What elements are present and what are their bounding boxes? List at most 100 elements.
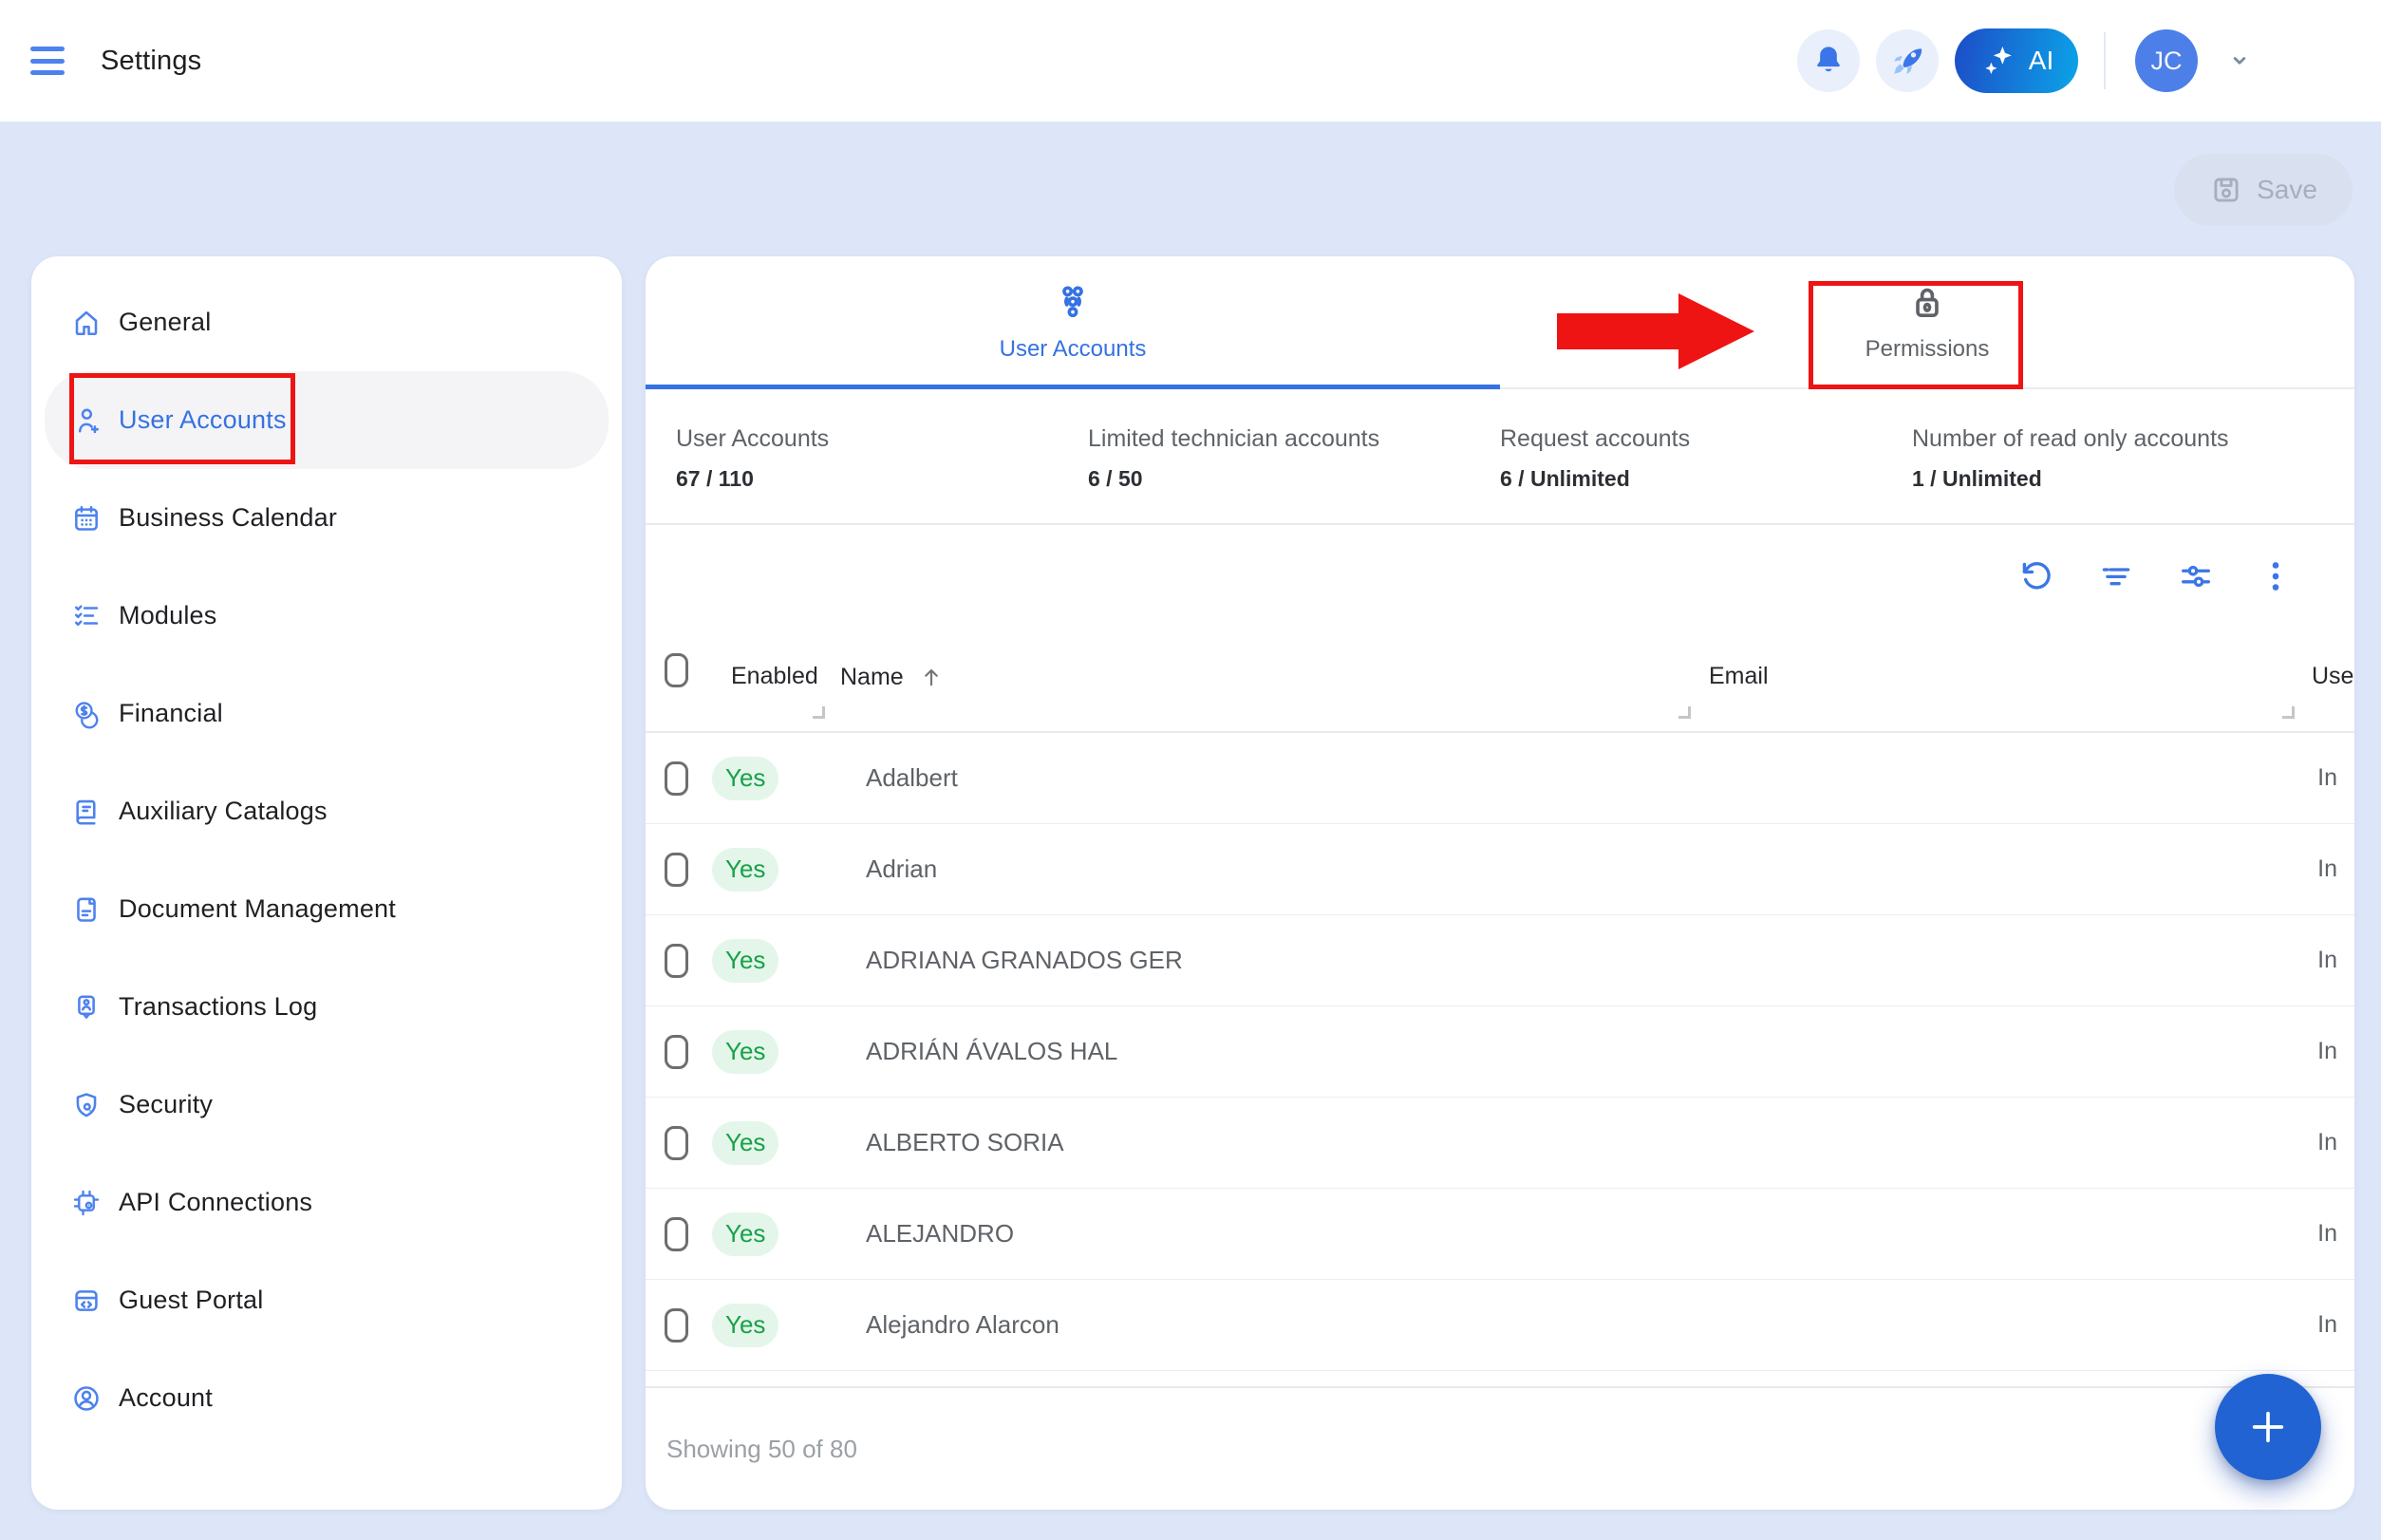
sparkles-icon <box>1979 41 2019 81</box>
account-icon <box>71 1383 102 1414</box>
account-stats: User Accounts 67 / 110 Limited technicia… <box>646 389 2354 525</box>
row-checkbox[interactable] <box>665 944 688 978</box>
sidebar-item-auxiliary-catalogs[interactable]: Auxiliary Catalogs <box>45 762 609 860</box>
column-header-use[interactable]: Use <box>2312 663 2353 690</box>
sidebar-item-transactions-log[interactable]: Transactions Log <box>45 958 609 1056</box>
table-toolbar <box>646 525 2354 627</box>
stat-value: 6 / Unlimited <box>1500 466 1690 492</box>
enabled-badge: Yes <box>712 848 778 892</box>
user-plus-icon <box>71 405 102 436</box>
cell-user-type: In <box>2317 1038 2337 1065</box>
partial-row <box>646 1371 2354 1388</box>
sidebar-item-label: Transactions Log <box>119 992 317 1022</box>
table-footer: Showing 50 of 80 <box>646 1388 2354 1510</box>
floppy-disk-icon <box>2209 173 2243 207</box>
tab-user-accounts[interactable]: User Accounts <box>646 256 1500 387</box>
tab-bar: User Accounts Permissions <box>646 256 2354 389</box>
sidebar-item-label: Guest Portal <box>119 1286 263 1315</box>
save-button[interactable]: Save <box>2174 154 2353 226</box>
enabled-badge: Yes <box>712 939 778 983</box>
tab-permissions-label: Permissions <box>1865 336 1990 363</box>
app-header: Settings AI JC <box>0 0 2381 122</box>
table-row[interactable]: Yes Alejandro Alarcon In <box>646 1280 2354 1371</box>
guest-portal-icon <box>71 1286 102 1316</box>
cell-name: Alejandro Alarcon <box>866 1310 1059 1340</box>
header-divider <box>2104 32 2106 89</box>
enabled-badge: Yes <box>712 1304 778 1347</box>
sliders-icon[interactable] <box>2176 556 2216 596</box>
cell-name: ALEJANDRO <box>866 1219 1014 1249</box>
table-row[interactable]: Yes ALEJANDRO In <box>646 1189 2354 1280</box>
rocket-icon <box>1888 42 1926 80</box>
table-row[interactable]: Yes Adrian In <box>646 824 2354 915</box>
select-all-checkbox[interactable] <box>665 653 688 687</box>
chevron-down-icon[interactable] <box>2223 45 2256 77</box>
column-resize-handle[interactable] <box>1678 706 1691 719</box>
sidebar-item-business-calendar[interactable]: Business Calendar <box>45 469 609 567</box>
row-checkbox[interactable] <box>665 1217 688 1251</box>
people-group-icon <box>1051 281 1095 325</box>
kebab-menu-icon[interactable] <box>2256 556 2296 596</box>
cell-user-type: In <box>2317 947 2337 974</box>
cell-name: Adalbert <box>866 763 958 793</box>
enabled-badge: Yes <box>712 1030 778 1074</box>
calendar-icon <box>71 503 102 534</box>
whats-new-button[interactable] <box>1876 29 1939 92</box>
cell-name: ADRIANA GRANADOS GER <box>866 946 1183 975</box>
column-resize-handle[interactable] <box>2282 706 2295 719</box>
sidebar-item-financial[interactable]: Financial <box>45 665 609 762</box>
tab-permissions[interactable]: Permissions <box>1500 256 2354 387</box>
table-row[interactable]: Yes Adalbert In <box>646 733 2354 824</box>
stat-user-accounts: User Accounts 67 / 110 <box>676 389 829 492</box>
cell-user-type: In <box>2317 764 2337 792</box>
row-checkbox[interactable] <box>665 761 688 796</box>
sidebar-item-modules[interactable]: Modules <box>45 567 609 665</box>
sidebar-item-user-accounts[interactable]: User Accounts <box>45 371 609 469</box>
stat-value: 6 / 50 <box>1088 466 1379 492</box>
sidebar-item-label: Financial <box>119 699 223 728</box>
home-icon <box>71 308 102 338</box>
table-row[interactable]: Yes ADRIANA GRANADOS GER In <box>646 915 2354 1006</box>
row-checkbox[interactable] <box>665 1035 688 1069</box>
column-header-name-label: Name <box>840 664 904 691</box>
column-header-enabled[interactable]: Enabled <box>731 663 818 690</box>
table-row[interactable]: Yes ADRIÁN ÁVALOS HAL In <box>646 1006 2354 1098</box>
table-row[interactable]: Yes ALBERTO SORIA In <box>646 1098 2354 1189</box>
stat-label: Limited technician accounts <box>1088 425 1379 453</box>
row-checkbox[interactable] <box>665 1126 688 1160</box>
enabled-badge: Yes <box>712 1212 778 1256</box>
notifications-button[interactable] <box>1797 29 1860 92</box>
catalogs-icon <box>71 797 102 827</box>
avatar[interactable]: JC <box>2135 29 2198 92</box>
modules-icon <box>71 601 102 631</box>
sidebar-item-label: User Accounts <box>119 405 287 435</box>
tab-user-accounts-label: User Accounts <box>1000 336 1147 363</box>
column-header-name[interactable]: Name <box>840 663 946 691</box>
sidebar-item-account[interactable]: Account <box>45 1349 609 1447</box>
user-accounts-panel: User Accounts Permissions User Accounts … <box>646 256 2354 1510</box>
sidebar-item-security[interactable]: Security <box>45 1056 609 1154</box>
stat-request-accounts: Request accounts 6 / Unlimited <box>1500 389 1690 492</box>
column-header-email[interactable]: Email <box>1709 663 1769 690</box>
row-checkbox[interactable] <box>665 1308 688 1343</box>
save-button-label: Save <box>2257 175 2317 205</box>
row-count-status: Showing 50 of 80 <box>666 1435 857 1464</box>
filter-icon[interactable] <box>2096 556 2136 596</box>
row-checkbox[interactable] <box>665 853 688 887</box>
sidebar-item-guest-portal[interactable]: Guest Portal <box>45 1251 609 1349</box>
add-user-fab[interactable] <box>2215 1374 2321 1480</box>
cell-user-type: In <box>2317 1311 2337 1339</box>
column-resize-handle[interactable] <box>813 706 825 719</box>
ai-assistant-button[interactable]: AI <box>1955 28 2078 93</box>
sidebar-item-document-management[interactable]: Document Management <box>45 860 609 958</box>
refresh-icon[interactable] <box>2016 556 2056 596</box>
settings-sidebar: General User Accounts Business CalendarMod… <box>31 256 622 1510</box>
sidebar-item-api-connections[interactable]: API Connections <box>45 1154 609 1251</box>
sidebar-item-general[interactable]: General <box>45 273 609 371</box>
document-icon <box>71 894 102 925</box>
sidebar-item-label: General <box>119 308 211 337</box>
plus-icon <box>2243 1402 2293 1452</box>
ai-button-label: AI <box>2029 46 2053 76</box>
hamburger-menu-icon[interactable] <box>30 47 65 75</box>
enabled-badge: Yes <box>712 757 778 800</box>
